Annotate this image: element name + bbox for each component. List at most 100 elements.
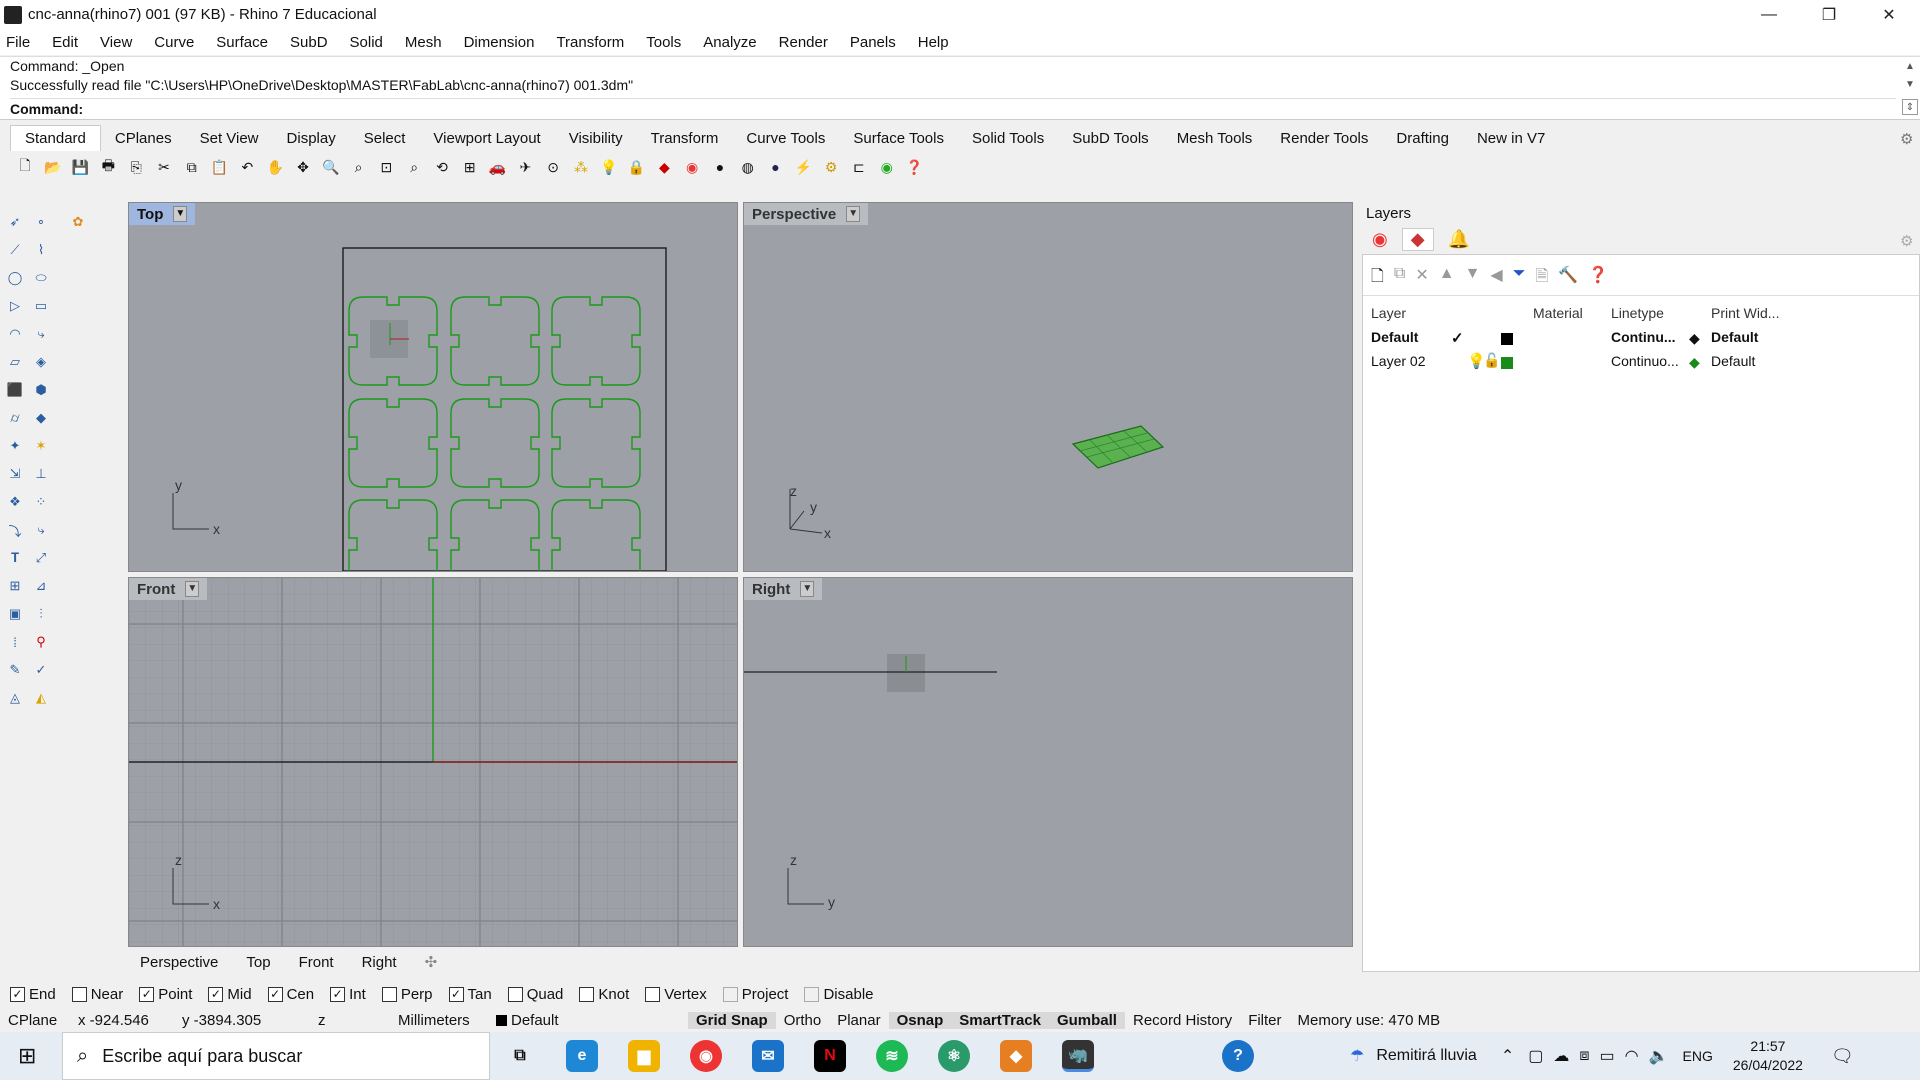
move-up-icon[interactable]: ▲ — [1439, 265, 1455, 292]
boolean-icon[interactable]: ⬢ — [31, 380, 51, 400]
checkbox-icon[interactable] — [804, 986, 820, 1002]
move-icon[interactable]: ⇲ — [5, 464, 25, 484]
vtab-front[interactable]: Front — [299, 954, 334, 971]
viewport-perspective[interactable]: Perspective ▼ z y x — [743, 202, 1353, 572]
point-icon[interactable]: ∘ — [31, 212, 51, 232]
unlock-icon[interactable]: 🔓 — [1483, 352, 1500, 369]
taskbar-search[interactable]: ⌕ Escribe aquí para buscar — [62, 1032, 490, 1080]
new-sublayer-icon[interactable]: ⧉ — [1394, 265, 1405, 292]
mesh-icon[interactable]: ✦ — [5, 436, 25, 456]
tab-standard[interactable]: Standard — [10, 125, 101, 151]
tab-display[interactable]: Display — [273, 126, 350, 151]
layer-row-layer02[interactable]: Layer 02 — [1371, 353, 1425, 369]
osnap-disable[interactable]: Disable — [804, 986, 874, 1003]
properties-tab-icon[interactable]: ◉ — [1372, 229, 1388, 250]
rectangle-icon[interactable]: ▭ — [31, 296, 51, 316]
checkbox-icon[interactable]: ✓ — [448, 986, 464, 1002]
render-sphere-icon[interactable]: ● — [765, 156, 787, 178]
menu-panels[interactable]: Panels — [850, 34, 896, 51]
minimize-button[interactable]: — — [1740, 0, 1798, 29]
menu-file[interactable]: File — [6, 34, 30, 51]
units-status[interactable]: Millimeters — [390, 1012, 488, 1029]
checkbox-icon[interactable] — [645, 986, 661, 1002]
tab-mesh-tools[interactable]: Mesh Tools — [1163, 126, 1267, 151]
record-history-toggle[interactable]: Record History — [1125, 1012, 1240, 1029]
spinner-icon[interactable]: ⇕ — [1902, 99, 1918, 115]
rendered-sphere-icon[interactable]: ◍ — [737, 156, 759, 178]
undo-view-icon[interactable]: ⟲ — [431, 156, 453, 178]
settings-gear-icon[interactable]: ⚙ — [1900, 130, 1913, 148]
onedrive-icon[interactable]: ☁ — [1553, 1046, 1569, 1066]
dropdown-arrow-icon[interactable]: ▼ — [185, 581, 200, 597]
osnap-int[interactable]: ✓ Int — [330, 986, 366, 1003]
cut-icon[interactable]: ✂ — [153, 156, 175, 178]
solid-box-icon[interactable]: ▣ — [5, 604, 25, 624]
select-arrow-icon[interactable]: ➶ — [5, 212, 25, 232]
checkbox-icon[interactable]: ✓ — [330, 986, 346, 1002]
menu-edit[interactable]: Edit — [52, 34, 78, 51]
scale-icon[interactable]: ⤢ — [31, 548, 51, 568]
close-button[interactable]: ✕ — [1860, 0, 1918, 29]
osnap-project[interactable]: Project — [722, 986, 788, 1003]
layer-linetype[interactable]: Continu... — [1611, 329, 1676, 345]
tab-select[interactable]: Select — [350, 126, 420, 151]
save-icon[interactable]: 💾 — [70, 156, 92, 178]
new-file-icon[interactable]: 🗋 — [14, 156, 36, 178]
filter-icon[interactable]: ⏷ — [1513, 265, 1526, 292]
col-header-linetype[interactable]: Linetype — [1611, 305, 1664, 321]
check-icon[interactable]: ✓ — [31, 660, 51, 680]
split-icon[interactable]: ⤷ — [31, 520, 51, 540]
windows-start-icon[interactable]: ⊞ — [18, 1043, 36, 1069]
layer-states-icon[interactable]: 🗎 — [1536, 265, 1549, 292]
layer-row-default[interactable]: Default — [1371, 329, 1418, 345]
copy-icon[interactable]: ⧉ — [181, 156, 203, 178]
clock[interactable]: 21:57 26/04/2022 — [1733, 1037, 1803, 1075]
align-icon[interactable]: ⊥ — [31, 464, 51, 484]
display-icon[interactable]: ⧈ — [1579, 1047, 1589, 1065]
checkbox-icon[interactable]: ✓ — [208, 986, 224, 1002]
osnap-quad[interactable]: Quad — [507, 986, 563, 1003]
paste-icon[interactable]: 📋 — [209, 156, 231, 178]
osnap-knot[interactable]: Knot — [579, 986, 629, 1003]
move-left-icon[interactable]: ◀ — [1490, 265, 1502, 292]
move-down-icon[interactable]: ▼ — [1465, 265, 1481, 292]
analysis-icon[interactable]: ⚲ — [31, 632, 51, 652]
notifications-tab-icon[interactable]: 🔔 — [1448, 229, 1470, 250]
tab-cplanes[interactable]: CPlanes — [101, 126, 186, 151]
col-header-layer[interactable]: Layer — [1371, 305, 1406, 321]
osnap-end[interactable]: ✓ End — [10, 986, 56, 1003]
zoom-icon[interactable]: 🔍 — [320, 156, 342, 178]
rotate-view-icon[interactable]: ✥ — [292, 156, 314, 178]
new-layer-icon[interactable]: 🗋 — [1371, 265, 1384, 292]
vtab-perspective[interactable]: Perspective — [140, 954, 218, 971]
cplane-icon[interactable]: ⊙ — [542, 156, 564, 178]
light-icon[interactable]: ⚡ — [792, 156, 814, 178]
atom-app-icon[interactable]: ⚛ — [938, 1040, 970, 1072]
layer-linetype[interactable]: Continuo... — [1611, 353, 1679, 369]
open-file-icon[interactable]: 📂 — [42, 156, 64, 178]
chevron-up-icon[interactable]: ⌃ — [1501, 1046, 1514, 1066]
color-wheel-icon[interactable]: ◉ — [681, 156, 703, 178]
panel-settings-icon[interactable]: ⚙ — [1900, 232, 1913, 250]
ellipse-icon[interactable]: ⬭ — [31, 268, 51, 288]
group-icon[interactable]: ❖ — [5, 492, 25, 512]
menu-transform[interactable]: Transform — [556, 34, 624, 51]
osnap-toggle[interactable]: Osnap — [888, 1011, 952, 1029]
checkbox-icon[interactable]: ✓ — [267, 986, 283, 1002]
col-header-material[interactable]: Material — [1533, 305, 1583, 321]
undo-icon[interactable]: ↶ — [236, 156, 258, 178]
mail-icon[interactable]: ✉ — [752, 1040, 784, 1072]
layer-color-swatch[interactable] — [1501, 333, 1513, 345]
checkbox-icon[interactable] — [579, 986, 595, 1002]
curve-icon[interactable]: ⌇ — [31, 240, 51, 260]
render-icon[interactable]: ◬ — [5, 688, 25, 708]
transform-icon[interactable]: ⊞ — [5, 576, 25, 596]
language-indicator[interactable]: ENG — [1683, 1048, 1713, 1064]
surface-icon[interactable]: ▱ — [5, 352, 25, 372]
delete-layer-icon[interactable]: ✕ — [1415, 265, 1428, 292]
file-explorer-icon[interactable]: ▆ — [628, 1040, 660, 1072]
tab-viewport-layout[interactable]: Viewport Layout — [419, 126, 554, 151]
colorful-app-icon[interactable]: ◆ — [1000, 1040, 1032, 1072]
material-icon[interactable]: ◭ — [31, 688, 51, 708]
package-manager-icon[interactable]: ◉ — [876, 156, 898, 178]
